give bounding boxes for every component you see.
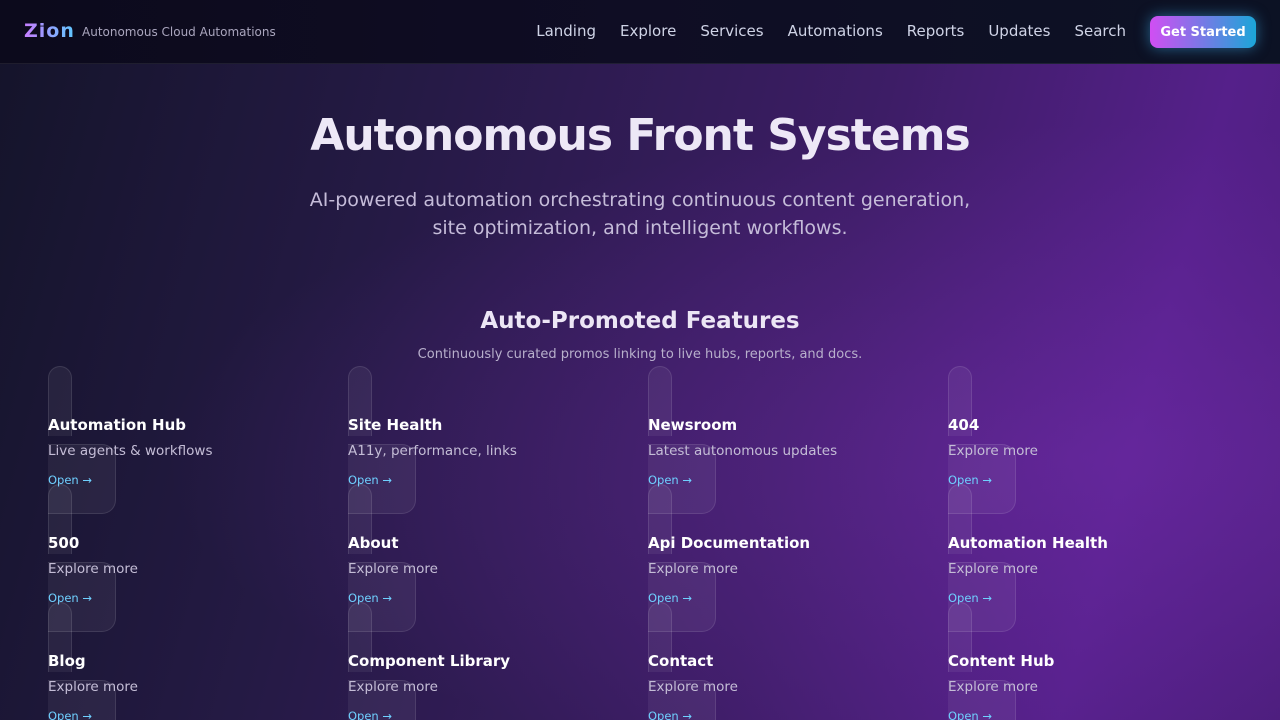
nav-link-updates[interactable]: Updates	[988, 22, 1050, 40]
feature-card-title: Automation Health	[948, 534, 1108, 552]
feature-card-description: Explore more	[948, 561, 1038, 577]
feature-card[interactable]: Api Documentation Explore more Open →	[648, 484, 948, 632]
feature-card-open-link[interactable]: Open →	[48, 709, 92, 720]
feature-card[interactable]: 404 Explore more Open →	[948, 366, 1248, 514]
top-navbar: Zion Autonomous Cloud Automations Landin…	[0, 0, 1280, 64]
nav-link-reports[interactable]: Reports	[907, 22, 965, 40]
feature-card-open-link[interactable]: Open →	[948, 709, 992, 720]
feature-card[interactable]: Automation Hub Live agents & workflows Ope…	[48, 366, 348, 514]
feature-card-title: Newsroom	[648, 416, 738, 434]
hero-subtitle: AI-powered automation orchestrating cont…	[309, 189, 971, 239]
feature-card-open-link[interactable]: Open →	[348, 709, 392, 720]
feature-card[interactable]: Site Health A11y, performance, links Open …	[348, 366, 648, 514]
feature-card-title: Api Documentation	[648, 534, 811, 552]
feature-card-description: Explore more	[948, 679, 1038, 695]
feature-card-description: Explore more	[948, 443, 1038, 459]
nav-link-services[interactable]: Services	[700, 22, 763, 40]
feature-card-title: Component Library	[348, 652, 511, 670]
brand-logo[interactable]: Zion	[24, 20, 75, 42]
feature-card-title: Contact	[648, 652, 714, 670]
main-nav: Landing Explore Services Automations Rep…	[512, 22, 1126, 40]
nav-link-landing[interactable]: Landing	[536, 22, 596, 40]
feature-card[interactable]: Component Library Explore more Open →	[348, 602, 648, 720]
feature-card[interactable]: Automation Health Explore more Open →	[948, 484, 1248, 632]
feature-card-description: Explore more	[48, 561, 138, 577]
feature-card-title: Automation Hub	[48, 416, 187, 434]
feature-card-title: Site Health	[348, 416, 443, 434]
feature-card-description: Explore more	[348, 561, 438, 577]
features-grid: Automation Hub Live agents & workflows Ope…	[48, 366, 1248, 720]
feature-card[interactable]: About Explore more Open →	[348, 484, 648, 632]
get-started-button[interactable]: Get Started	[1150, 16, 1256, 48]
brand-tagline: Autonomous Cloud Automations	[82, 25, 276, 39]
feature-card[interactable]: Blog Explore more Open →	[48, 602, 348, 720]
feature-card[interactable]: Content Hub Explore more Open →	[948, 602, 1248, 720]
feature-card-title: 404	[948, 416, 980, 434]
feature-card[interactable]: 500 Explore more Open →	[48, 484, 348, 632]
feature-card-description: Latest autonomous updates	[648, 443, 838, 459]
hero-title: Autonomous Front Systems	[310, 110, 970, 161]
feature-card-title: 500	[48, 534, 80, 552]
feature-card-description: Explore more	[48, 679, 138, 695]
nav-link-explore[interactable]: Explore	[620, 22, 676, 40]
feature-card[interactable]: Newsroom Latest autonomous updates Open →	[648, 366, 948, 514]
features-title: Auto-Promoted Features	[480, 308, 800, 334]
feature-card-title: Blog	[48, 652, 86, 670]
features-subtitle: Continuously curated promos linking to l…	[417, 347, 863, 362]
feature-card-open-link[interactable]: Open →	[648, 709, 692, 720]
feature-card-description: Explore more	[648, 561, 738, 577]
nav-link-automations[interactable]: Automations	[788, 22, 883, 40]
feature-card-title: Content Hub	[948, 652, 1055, 670]
feature-card-description: A11y, performance, links	[348, 443, 517, 459]
feature-card-title: About	[348, 534, 399, 552]
feature-card-description: Explore more	[648, 679, 738, 695]
feature-card-description: Live agents & workflows	[48, 443, 213, 459]
nav-link-search[interactable]: Search	[1074, 22, 1126, 40]
feature-card-description: Explore more	[348, 679, 438, 695]
feature-card[interactable]: Contact Explore more Open →	[648, 602, 948, 720]
